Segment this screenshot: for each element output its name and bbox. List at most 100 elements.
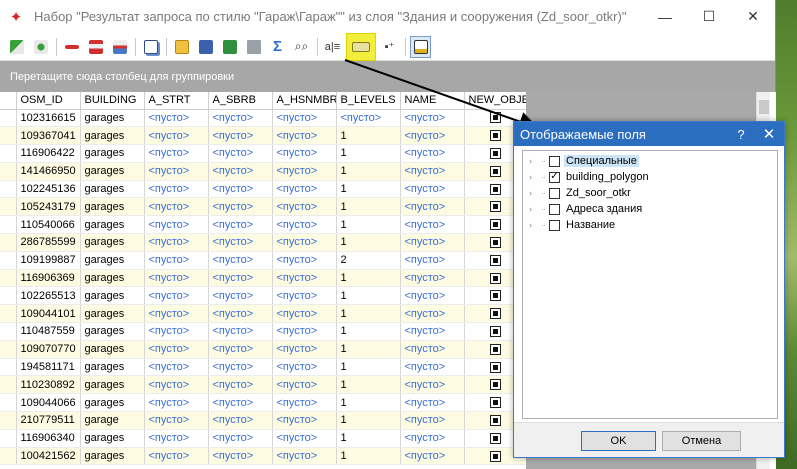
row-indicator[interactable] xyxy=(0,269,17,288)
table-cell[interactable]: <пусто> xyxy=(400,375,465,395)
row-indicator[interactable] xyxy=(0,180,17,199)
table-cell[interactable]: <пусто> xyxy=(272,411,337,430)
table-cell[interactable]: <пусто> xyxy=(144,393,209,413)
table-cell[interactable]: 116906422 xyxy=(16,144,81,163)
column-header[interactable]: NAME xyxy=(400,92,465,110)
tree-item-checkbox[interactable]: ✓ xyxy=(549,171,560,183)
row-indicator[interactable] xyxy=(0,358,17,377)
table-cell[interactable]: <пусто> xyxy=(208,180,273,199)
table-cell[interactable]: <пусто> xyxy=(144,144,209,163)
table-cell[interactable]: 1 xyxy=(336,340,401,359)
table-cell[interactable]: <пусто> xyxy=(272,109,337,128)
tree-item[interactable]: › ·· Адреса здания xyxy=(523,201,777,217)
table-row[interactable]: 109199887 garages <пусто> <пусто> <пусто> 2 <п… xyxy=(0,251,527,270)
table-cell[interactable]: 1 xyxy=(336,322,401,341)
table-row[interactable]: 141466950 garages <пусто> <пусто> <пусто> 1 <п… xyxy=(0,162,527,181)
tree-item-checkbox[interactable] xyxy=(549,155,560,167)
table-cell[interactable]: garages xyxy=(80,429,145,448)
table-cell[interactable]: <пусто> xyxy=(144,109,209,128)
table-cell[interactable]: <пусто> xyxy=(272,304,337,324)
tree-item[interactable]: › ·· Zd_soor_otkr xyxy=(523,185,777,201)
group-by-panel[interactable]: Перетащите сюда столбец для группировки xyxy=(0,61,775,92)
add-record-button[interactable] xyxy=(6,36,27,58)
table-cell[interactable]: <пусто> xyxy=(208,126,273,146)
tree-item[interactable]: › ·· Специальные xyxy=(523,153,777,169)
column-header[interactable]: NEW_OBJEC xyxy=(464,92,527,110)
table-cell[interactable]: <пусто> xyxy=(208,162,273,181)
table-cell[interactable]: 116906340 xyxy=(16,429,81,448)
table-cell[interactable]: garages xyxy=(80,197,145,217)
column-header[interactable]: A_HSNMBR xyxy=(272,92,337,110)
table-cell[interactable]: 286785599 xyxy=(16,233,81,252)
delete-all-button[interactable] xyxy=(109,36,130,58)
table-cell[interactable]: 1 xyxy=(336,304,401,324)
table-cell[interactable]: 116906369 xyxy=(16,269,81,288)
table-cell[interactable]: 1 xyxy=(336,447,401,466)
table-row[interactable]: 105243179 garages <пусто> <пусто> <пусто> 1 <п… xyxy=(0,197,527,217)
table-cell[interactable]: <пусто> xyxy=(208,304,273,324)
table-cell[interactable]: <пусто> xyxy=(208,429,273,448)
table-cell[interactable]: <пусто> xyxy=(400,180,465,199)
table-cell[interactable]: <пусто> xyxy=(144,322,209,341)
table-cell[interactable]: 141466950 xyxy=(16,162,81,181)
table-cell[interactable]: garages xyxy=(80,447,145,466)
row-indicator[interactable] xyxy=(0,393,17,413)
new-object-checkbox[interactable] xyxy=(489,272,501,284)
table-row[interactable]: 102265513 garages <пусто> <пусто> <пусто> 1 <п… xyxy=(0,286,527,306)
field-chooser-button[interactable] xyxy=(410,35,431,58)
table-row[interactable]: 116906340 garages <пусто> <пусто> <пусто> 1 <п… xyxy=(0,429,527,448)
close-button[interactable]: ✕ xyxy=(731,0,775,33)
help-button[interactable]: ? xyxy=(728,127,754,142)
table-cell[interactable]: <пусто> xyxy=(144,233,209,252)
table-cell[interactable]: 102316615 xyxy=(16,109,81,128)
table-cell[interactable]: 2 xyxy=(336,251,401,270)
table-cell[interactable]: <пусто> xyxy=(272,447,337,466)
tree-item[interactable]: › ·· ✓ building_polygon xyxy=(523,169,777,185)
table-cell[interactable]: <пусто> xyxy=(144,447,209,466)
table-cell[interactable]: garages xyxy=(80,304,145,324)
new-object-checkbox[interactable] xyxy=(489,183,501,195)
dialog-close-button[interactable]: ✕ xyxy=(754,125,784,143)
table-cell[interactable]: <пусто> xyxy=(400,126,465,146)
column-header[interactable]: A_SBRB xyxy=(208,92,273,110)
table-cell[interactable]: 1 xyxy=(336,358,401,377)
table-cell[interactable]: 1 xyxy=(336,429,401,448)
column-header[interactable]: A_STRT xyxy=(144,92,209,110)
table-row[interactable]: 100421562 garages <пусто> <пусто> <пусто> 1 <п… xyxy=(0,447,527,466)
table-cell[interactable]: 1 xyxy=(336,233,401,252)
add-record-plus-button[interactable] xyxy=(30,36,51,58)
table-cell[interactable]: <пусто> xyxy=(400,269,465,288)
row-indicator[interactable] xyxy=(0,162,17,181)
print-button[interactable] xyxy=(243,36,264,58)
table-cell[interactable]: garages xyxy=(80,393,145,413)
expand-arrow-icon[interactable]: › xyxy=(529,188,541,198)
table-cell[interactable]: 1 xyxy=(336,180,401,199)
table-cell[interactable]: <пусто> xyxy=(208,251,273,270)
maximize-button[interactable]: ☐ xyxy=(687,0,731,33)
table-cell[interactable]: 109199887 xyxy=(16,251,81,270)
table-cell[interactable]: 210779511 xyxy=(16,411,81,430)
table-cell[interactable]: <пусто> xyxy=(400,286,465,306)
table-cell[interactable]: 109070770 xyxy=(16,340,81,359)
table-cell[interactable]: <пусто> xyxy=(144,375,209,395)
table-cell[interactable]: garages xyxy=(80,340,145,359)
table-cell[interactable]: <пусто> xyxy=(272,162,337,181)
table-cell[interactable]: 1 xyxy=(336,215,401,235)
new-object-checkbox[interactable] xyxy=(489,450,501,462)
table-cell[interactable]: <пусто> xyxy=(272,126,337,146)
table-cell[interactable]: 109044066 xyxy=(16,393,81,413)
table-cell[interactable]: <пусто> xyxy=(144,286,209,306)
table-cell[interactable]: <пусто> xyxy=(400,162,465,181)
table-cell[interactable]: <пусто> xyxy=(208,322,273,341)
new-object-checkbox[interactable] xyxy=(489,130,501,142)
table-cell[interactable]: garages xyxy=(80,269,145,288)
tree-item-checkbox[interactable] xyxy=(549,219,560,231)
table-row[interactable]: 116906369 garages <пусто> <пусто> <пусто> 1 <п… xyxy=(0,269,527,288)
row-indicator[interactable] xyxy=(0,233,17,252)
table-cell[interactable]: garages xyxy=(80,109,145,128)
table-cell[interactable]: garages xyxy=(80,215,145,235)
table-cell[interactable]: <пусто> xyxy=(208,109,273,128)
copy-button[interactable] xyxy=(140,36,161,58)
table-row[interactable]: 102316615 garages <пусто> <пусто> <пусто> <пу… xyxy=(0,109,527,128)
table-cell[interactable]: <пусто> xyxy=(208,447,273,466)
